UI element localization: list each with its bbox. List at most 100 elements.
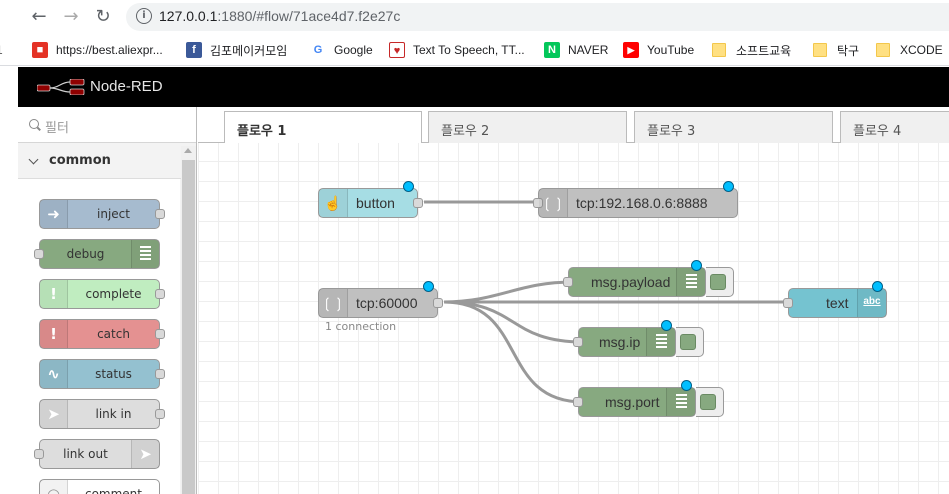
workspace-tabs: 플로우 1 플로우 2 플로우 3 플로우 4: [198, 107, 949, 144]
aliexpress-icon: ■: [32, 42, 48, 58]
bookmark-folder-xcode[interactable]: XCODE: [876, 40, 943, 60]
palette-node-debug[interactable]: debug: [34, 239, 160, 269]
url-bar[interactable]: i 127.0.0.1:1880/#flow/71ace4d7.f2e27c: [126, 3, 949, 31]
naver-icon: N: [544, 42, 560, 58]
output-port[interactable]: [155, 329, 165, 339]
bookmark-folder-pingpong[interactable]: 탁구: [813, 40, 859, 60]
palette-category-label: common: [49, 153, 111, 168]
node-palette: 필터 common ➜ inject debug ! complete ! ca…: [18, 107, 197, 494]
info-icon[interactable]: i: [136, 8, 152, 24]
debug-lines-icon: [666, 388, 695, 416]
text-abc-icon: abc: [857, 289, 886, 317]
bookmark-aliexpress[interactable]: ■ https://best.aliexpr...: [32, 40, 163, 60]
flow-node-tcp-in[interactable]: ❲❳ tcp:60000: [318, 281, 443, 318]
palette-node-link-out[interactable]: link out ➤: [34, 439, 160, 469]
touch-icon: ☝: [319, 189, 348, 217]
scroll-up-icon[interactable]: [184, 148, 192, 153]
palette-scrollbar[interactable]: [181, 146, 196, 494]
palette-node-list: ➜ inject debug ! complete ! catch ∿ stat…: [18, 179, 180, 494]
wire-tcp-in-to-port: [443, 300, 584, 404]
debug-toggle-button[interactable]: [696, 387, 724, 417]
output-port[interactable]: [155, 289, 165, 299]
flow-workspace[interactable]: ☝ button ❲❳ tcp:192.168.0.6:8888 ❲❳ tcp:…: [198, 143, 949, 494]
flow-node-tcp-out[interactable]: ❲❳ tcp:192.168.0.6:8888: [533, 181, 738, 218]
palette-node-catch[interactable]: ! catch: [39, 319, 165, 349]
bookmark-tts[interactable]: ♥ Text To Speech, TT...: [389, 40, 525, 60]
flow-node-button[interactable]: ☝ button: [318, 181, 423, 218]
flow-node-debug-payload[interactable]: msg.payload: [563, 260, 706, 297]
exclamation-icon: !: [40, 320, 68, 348]
flow-node-text[interactable]: text abc: [783, 281, 887, 318]
bookmark-facebook[interactable]: f 김포메이커모임: [186, 40, 287, 60]
page-left-margin: [0, 67, 18, 494]
wire-tcp-in-to-ip: [443, 300, 584, 344]
input-port[interactable]: [563, 277, 573, 287]
changed-indicator: [872, 281, 883, 292]
bookmarks-bar: 1 ■https://best.aliexpr... f김포메이커모임 GGoo…: [0, 34, 949, 66]
palette-node-complete[interactable]: ! complete: [39, 279, 165, 309]
input-port[interactable]: [783, 298, 793, 308]
tab-flow-2[interactable]: 플로우 2: [428, 111, 627, 143]
debug-lines-icon: [676, 268, 705, 296]
output-port[interactable]: [155, 409, 165, 419]
changed-indicator: [661, 320, 672, 331]
tts-icon: ♥: [389, 42, 405, 58]
bookmark-youtube[interactable]: ▶ YouTube: [623, 40, 694, 60]
app-title: Node-RED: [90, 78, 163, 95]
palette-filter[interactable]: 필터: [18, 107, 196, 143]
changed-indicator: [403, 181, 414, 192]
palette-filter-input[interactable]: 필터: [45, 117, 69, 136]
palette-node-status[interactable]: ∿ status: [39, 359, 165, 389]
arrow-right-icon[interactable]: →: [60, 6, 82, 28]
folder-icon: [876, 43, 890, 57]
youtube-icon: ▶: [623, 42, 639, 58]
palette-node-inject[interactable]: ➜ inject: [39, 199, 165, 229]
bridge-icon: ❲❳: [319, 289, 348, 317]
debug-toggle-button[interactable]: [706, 267, 734, 297]
bookmark-google[interactable]: G Google: [310, 40, 373, 60]
reload-icon[interactable]: ↻: [92, 6, 114, 28]
debug-lines-icon: [131, 240, 159, 268]
folder-icon: [712, 43, 726, 57]
output-port[interactable]: [155, 209, 165, 219]
input-port[interactable]: [573, 397, 583, 407]
comment-icon: ○: [40, 480, 68, 494]
flow-node-debug-port[interactable]: msg.port: [573, 380, 696, 417]
flow-node-debug-ip[interactable]: msg.ip: [573, 320, 676, 357]
arrow-right-icon: ➜: [40, 200, 68, 228]
tab-flow-1[interactable]: 플로우 1: [224, 111, 422, 144]
scrollbar-thumb[interactable]: [182, 160, 195, 494]
arrow-left-icon[interactable]: ←: [28, 6, 50, 28]
bookmark-naver[interactable]: N NAVER: [544, 40, 608, 60]
tab-flow-3[interactable]: 플로우 3: [634, 111, 833, 143]
wire-tcp-in-to-payload: [443, 280, 574, 304]
url-text[interactable]: 127.0.0.1:1880/#flow/71ace4d7.f2e27c: [159, 8, 400, 24]
search-icon: [29, 119, 39, 129]
output-port[interactable]: [413, 198, 423, 208]
exclamation-icon: !: [40, 280, 68, 308]
link-arrow-icon: ➤: [131, 440, 159, 468]
changed-indicator: [691, 260, 702, 271]
output-port[interactable]: [433, 298, 443, 308]
bookmarks-overflow[interactable]: 1: [0, 40, 3, 60]
link-arrow-icon: ➤: [40, 400, 68, 428]
google-icon: G: [310, 42, 326, 58]
node-red-logo-icon: [37, 79, 85, 95]
changed-indicator: [681, 380, 692, 391]
chevron-down-icon: [28, 154, 39, 165]
palette-category-common[interactable]: common: [18, 143, 196, 179]
palette-node-link-in[interactable]: ➤ link in: [39, 399, 165, 429]
debug-toggle-button[interactable]: [676, 327, 704, 357]
input-port[interactable]: [573, 337, 583, 347]
changed-indicator: [723, 181, 734, 192]
node-status-text: 1 connection: [325, 320, 397, 333]
browser-toolbar: ← → ↻ i 127.0.0.1:1880/#flow/71ace4d7.f2…: [0, 0, 949, 34]
output-port[interactable]: [155, 369, 165, 379]
app-header: Node-RED: [18, 67, 949, 107]
facebook-icon: f: [186, 42, 202, 58]
palette-node-comment[interactable]: ○ comment: [39, 479, 160, 494]
bridge-icon: ❲❳: [539, 189, 568, 217]
bookmark-folder-software[interactable]: 소프트교육: [712, 40, 791, 60]
changed-indicator: [423, 281, 434, 292]
tab-flow-4[interactable]: 플로우 4: [840, 111, 949, 143]
